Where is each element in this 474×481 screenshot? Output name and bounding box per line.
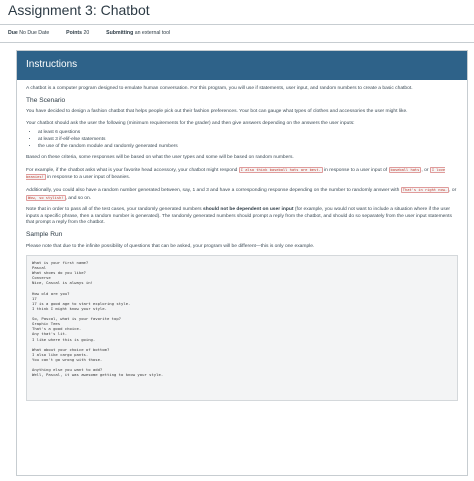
inline-code: I also think baseball hats are best.	[238, 166, 323, 173]
example-text-d: in response to a user input of beanies.	[47, 175, 131, 181]
instructions-panel: Instructions A chatbot is a computer pro…	[16, 50, 468, 476]
instructions-body: A chatbot is a computer program designed…	[17, 80, 467, 402]
list-item: at least 6 questions	[38, 130, 458, 137]
page-title: Assignment 3: Chatbot	[8, 2, 150, 18]
sample-run-paragraph: Please note that due to the infinite pos…	[26, 243, 315, 249]
inline-code: That's in right now.	[400, 186, 450, 193]
random-paragraph: Additionally, you could also have a rand…	[26, 186, 458, 202]
meta-divider	[0, 42, 474, 43]
note-text-a: Note that in order to pass all of the te…	[26, 207, 202, 213]
example-text-c: , or	[421, 167, 429, 173]
example-text-a: For example, if the chatbot asks what is…	[26, 167, 238, 173]
scenario-paragraph-2: Your chatbot should ask the user the fol…	[26, 120, 355, 126]
instructions-heading: Instructions	[17, 51, 467, 80]
note-emphasis: should not be dependent on user input	[202, 207, 294, 213]
sample-run-code: What is your first name? Pascal What sho…	[26, 255, 458, 402]
assignment-meta: Due No Due Date Points 20 Submitting an …	[8, 30, 170, 36]
submitting-label: Submitting	[106, 30, 134, 36]
criteria-paragraph: Based on these criteria, some responses …	[26, 155, 294, 161]
random-text-a: Additionally, you could also have a rand…	[26, 187, 400, 193]
scenario-paragraph-1: You have decided to design a fashion cha…	[26, 109, 408, 115]
note-paragraph: Note that in order to pass all of the te…	[26, 207, 458, 227]
points-value: 20	[83, 30, 90, 36]
inline-code: baseball hats	[388, 166, 422, 173]
example-text-b: in response to a user input of	[324, 167, 388, 173]
requirements-list: at least 6 questions at least 3 if-elif-…	[38, 130, 458, 150]
example-paragraph: For example, if the chatbot asks what is…	[26, 166, 458, 182]
list-item: the use of the random module and randoml…	[38, 144, 458, 151]
due-label: Due	[8, 30, 18, 36]
inline-code: Wow, so stylish!	[26, 194, 66, 201]
submitting-value: an external tool	[134, 30, 171, 36]
random-text-b: , or	[449, 187, 457, 193]
intro-paragraph: A chatbot is a computer program designed…	[26, 86, 413, 91]
random-text-c: , and so on.	[65, 195, 92, 201]
sample-run-heading: Sample Run	[26, 230, 63, 238]
points-label: Points	[66, 30, 83, 36]
list-item: at least 3 if-elif-else statements	[38, 137, 458, 144]
due-value: No Due Date	[19, 30, 50, 36]
scenario-heading: The Scenario	[26, 96, 66, 104]
title-divider	[0, 24, 474, 25]
